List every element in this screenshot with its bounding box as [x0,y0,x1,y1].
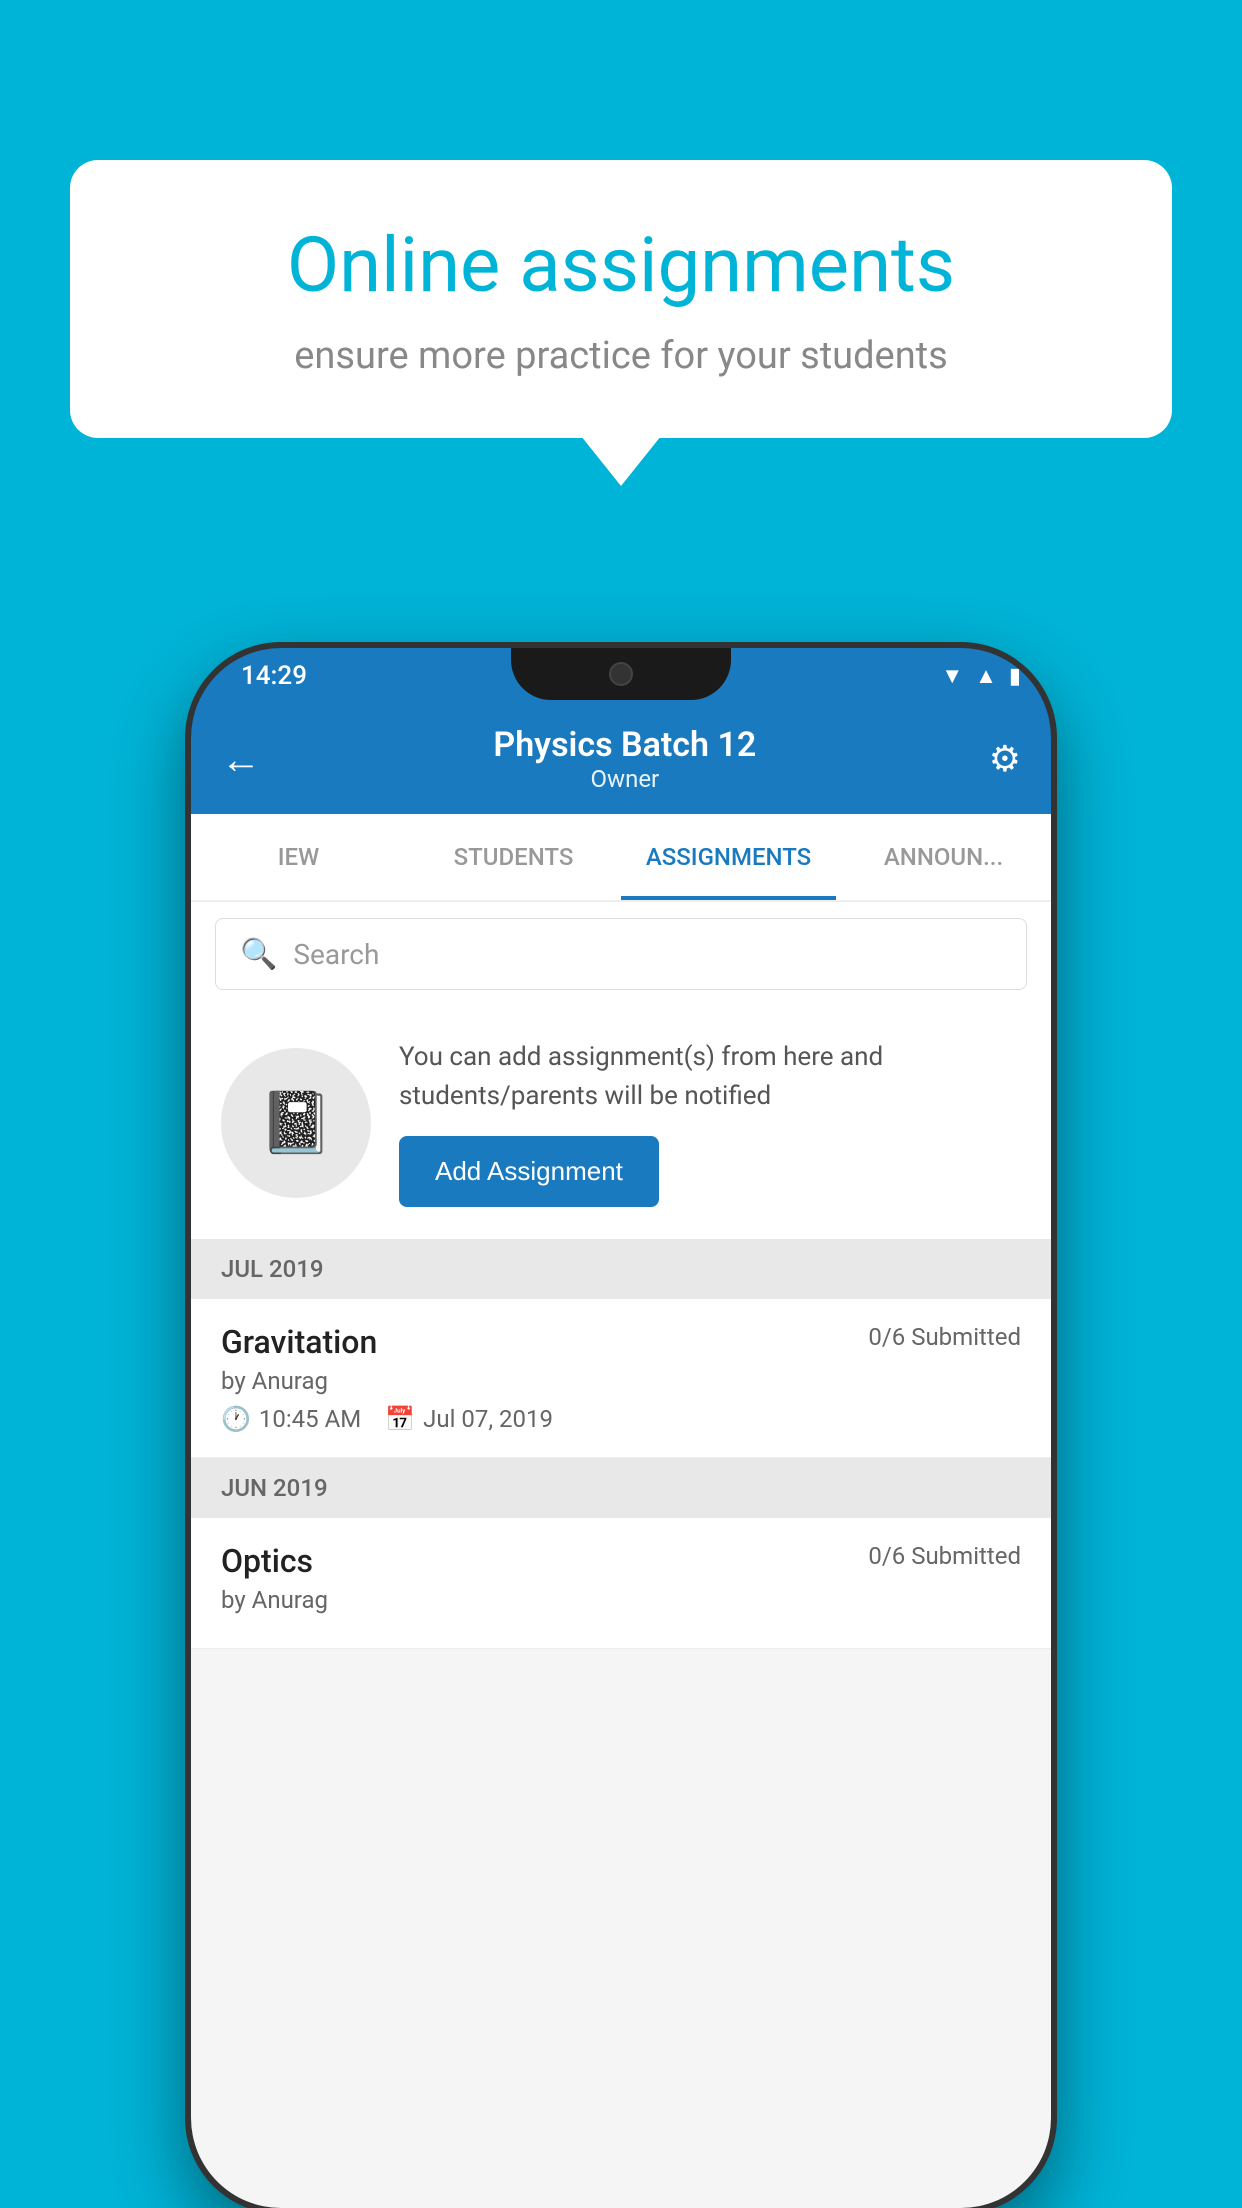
assignment-meta: 🕐 10:45 AM 📅 Jul 07, 2019 [221,1405,1021,1433]
assignment-row1: Gravitation 0/6 Submitted [221,1323,1021,1361]
assignment-author-optics: by Anurag [221,1586,1021,1614]
assignment-name-optics: Optics [221,1542,313,1580]
app-header: ← Physics Batch 12 Owner ⚙ [191,704,1051,814]
assignment-row1-optics: Optics 0/6 Submitted [221,1542,1021,1580]
calendar-icon: 📅 [385,1405,415,1433]
phone-outer: 14:29 ▼ ▲ ▮ ← Physics Batch 12 Owner ⚙ I… [191,648,1051,2208]
promo-icon-circle: 📓 [221,1048,371,1198]
phone-screen: 🔍 Search 📓 You can add assignment(s) fro… [191,902,1051,2208]
tab-students[interactable]: STUDENTS [406,814,621,900]
search-icon: 🔍 [240,937,277,972]
clock-icon: 🕐 [221,1405,251,1433]
header-title-area: Physics Batch 12 Owner [493,725,756,793]
wifi-icon: ▼ [941,663,963,689]
signal-icon: ▲ [975,663,997,689]
add-assignment-button[interactable]: Add Assignment [399,1136,659,1207]
notebook-icon: 📓 [259,1087,334,1158]
speech-bubble-title: Online assignments [140,220,1102,310]
assignment-item-optics[interactable]: Optics 0/6 Submitted by Anurag [191,1518,1051,1649]
promo-description: You can add assignment(s) from here and … [399,1038,1021,1116]
speech-bubble-subtitle: ensure more practice for your students [140,334,1102,378]
front-camera [609,662,633,686]
assignment-name: Gravitation [221,1323,377,1361]
assignment-submitted: 0/6 Submitted [868,1323,1021,1351]
speech-bubble-area: Online assignments ensure more practice … [70,160,1172,438]
promo-text-area: You can add assignment(s) from here and … [399,1038,1021,1207]
assignment-time: 🕐 10:45 AM [221,1405,361,1433]
search-bar[interactable]: 🔍 Search [215,918,1027,990]
status-time: 14:29 [241,661,307,691]
speech-bubble: Online assignments ensure more practice … [70,160,1172,438]
settings-button[interactable]: ⚙ [989,738,1021,780]
tab-iew[interactable]: IEW [191,814,406,900]
assignment-submitted-optics: 0/6 Submitted [868,1542,1021,1570]
assignment-item-gravitation[interactable]: Gravitation 0/6 Submitted by Anurag 🕐 10… [191,1299,1051,1458]
battery-icon: ▮ [1009,664,1021,689]
section-jun-2019: JUN 2019 [191,1458,1051,1518]
search-bar-container: 🔍 Search [191,902,1051,1006]
section-jul-2019: JUL 2019 [191,1239,1051,1299]
tab-announcements[interactable]: ANNOUN... [836,814,1051,900]
header-subtitle: Owner [493,765,756,793]
header-title: Physics Batch 12 [493,725,756,765]
tab-bar: IEW STUDENTS ASSIGNMENTS ANNOUN... [191,814,1051,902]
phone-mockup: 14:29 ▼ ▲ ▮ ← Physics Batch 12 Owner ⚙ I… [191,648,1051,2208]
status-icons: ▼ ▲ ▮ [941,663,1021,689]
phone-notch [511,648,731,700]
back-button[interactable]: ← [221,736,261,783]
promo-card: 📓 You can add assignment(s) from here an… [191,1006,1051,1239]
assignment-author: by Anurag [221,1367,1021,1395]
assignment-date: 📅 Jul 07, 2019 [385,1405,553,1433]
tab-assignments[interactable]: ASSIGNMENTS [621,814,836,900]
search-input[interactable]: Search [293,938,379,971]
